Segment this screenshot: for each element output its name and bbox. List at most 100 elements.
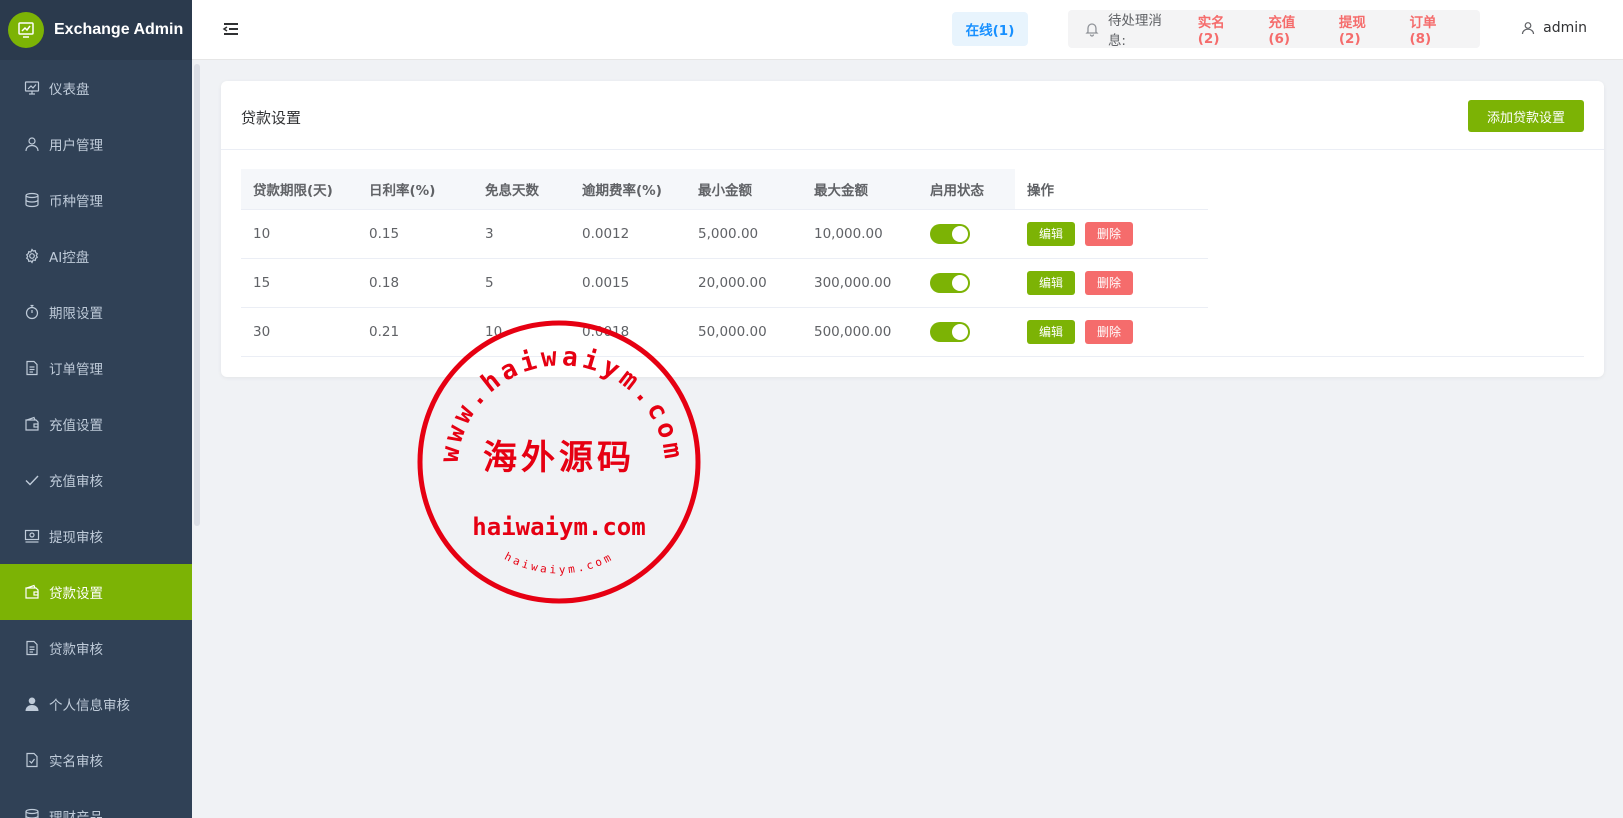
- sidebar-item-label: 提现审核: [49, 530, 103, 546]
- column-header: 免息天数: [473, 169, 570, 210]
- sidebar-item-label: 仪表盘: [49, 82, 90, 98]
- table-row: 30 0.21 10 0.0018 50,000.00 500,000.00 编辑 删除: [241, 307, 1208, 356]
- sidebar-item-12[interactable]: 实名审核: [0, 732, 192, 788]
- user-icon: [1522, 22, 1535, 35]
- column-header: 逾期费率(%): [570, 169, 686, 210]
- column-header: 最大金额: [802, 169, 918, 210]
- watermark-bottom-text: haiwaiym.com: [502, 550, 612, 577]
- sidebar-item-1[interactable]: 用户管理: [0, 116, 192, 172]
- table-cell: 10,000.00: [802, 209, 918, 259]
- table-cell: 5,000.00: [686, 209, 802, 259]
- gear-icon: [24, 248, 40, 264]
- sidebar-item-8[interactable]: 提现审核: [0, 508, 192, 564]
- document-icon: [24, 640, 40, 656]
- table-cell: 500,000.00: [814, 323, 892, 340]
- bell-icon: [1085, 23, 1099, 37]
- edit-button[interactable]: 编辑: [1027, 221, 1075, 246]
- sidebar-item-10[interactable]: 贷款审核: [0, 620, 192, 676]
- document-icon: [24, 360, 40, 376]
- money-icon: [24, 528, 40, 544]
- sidebar-item-label: 币种管理: [49, 194, 103, 210]
- column-header: 最小金额: [686, 169, 802, 210]
- sidebar-item-0[interactable]: 仪表盘: [0, 60, 192, 116]
- sidebar-item-6[interactable]: 充值设置: [0, 396, 192, 452]
- table-header-row: 贷款期限(天) 日利率(%) 免息天数 逾期费率(%) 最小金额 最大金额 启用状态 操作: [241, 169, 1208, 210]
- table-cell: 300,000.00: [802, 258, 918, 308]
- page-title: 贷款设置: [241, 109, 302, 127]
- sidebar-item-label: 订单管理: [49, 362, 103, 378]
- sidebar-item-3[interactable]: AI控盘: [0, 228, 192, 284]
- sidebar-menu: 仪表盘用户管理币种管理 AI控盘期限设置订单管理充值设置充值审核提现审核贷款设置贷…: [0, 60, 192, 818]
- column-header: 贷款期限(天): [241, 169, 357, 210]
- loan-settings-table: 贷款期限(天) 日利率(%) 免息天数 逾期费率(%) 最小金额 最大金额 启用状态 操作 1…: [241, 169, 1208, 356]
- status-cell: [918, 209, 1015, 259]
- enable-toggle[interactable]: [930, 223, 970, 244]
- sidebar-item-label: 实名审核: [49, 754, 103, 770]
- sidebar-item-2[interactable]: 币种管理: [0, 172, 192, 228]
- watermark-stamp: www.haiwaiym.com 海外源码 haiwaiym.com haiwa…: [417, 320, 701, 604]
- watermark-center-text: 海外源码: [483, 438, 635, 478]
- sidebar-item-13[interactable]: 理财产品: [0, 788, 192, 818]
- actions-cell: 编辑 删除: [1015, 307, 1208, 356]
- column-header: 操作: [1015, 169, 1208, 210]
- user-icon: [24, 136, 40, 152]
- presentation-chart-icon: [8, 12, 44, 48]
- column-header: 日利率(%): [357, 169, 473, 210]
- table-cell: 5: [473, 258, 570, 308]
- sidebar-item-label: 用户管理: [49, 138, 103, 154]
- enable-toggle[interactable]: [930, 321, 970, 342]
- stopwatch-icon: [24, 304, 40, 320]
- sidebar: Exchange Admin 仪表盘用户管理币种管理 AI控盘期限设置订单管理充值…: [0, 0, 192, 818]
- sidebar-item-label: 充值审核: [49, 474, 103, 490]
- edit-button[interactable]: 编辑: [1027, 319, 1075, 344]
- notice-link-realname[interactable]: 实名(2): [1198, 11, 1247, 47]
- add-loan-setting-button[interactable]: 添加贷款设置: [1468, 100, 1584, 132]
- edit-button[interactable]: 编辑: [1027, 270, 1075, 295]
- table-cell: 0.0015: [570, 258, 686, 308]
- actions-cell: 编辑 删除: [1015, 209, 1208, 259]
- table-cell: 20,000.00: [686, 258, 802, 308]
- sidebar-item-5[interactable]: 订单管理: [0, 340, 192, 396]
- table-cell: 0.15: [357, 209, 473, 259]
- table-cell: 3: [473, 209, 570, 259]
- sidebar-item-label: AI控盘: [49, 250, 90, 266]
- svg-text:haiwaiym.com: haiwaiym.com: [502, 550, 615, 577]
- notice-link-deposit[interactable]: 充值(6): [1268, 11, 1317, 47]
- sidebar-item-7[interactable]: 充值审核: [0, 452, 192, 508]
- table-row: 10 0.15 3 0.0012 5,000.00 10,000.00 编辑 删除: [241, 209, 1208, 259]
- database-icon: [24, 808, 40, 818]
- sidebar-scrollbar[interactable]: [194, 64, 200, 526]
- delete-button[interactable]: 删除: [1085, 319, 1133, 344]
- card-header: 贷款设置 添加贷款设置: [221, 81, 1604, 150]
- brand[interactable]: Exchange Admin: [0, 0, 192, 60]
- user-menu[interactable]: admin: [1521, 20, 1587, 36]
- actions-cell: 编辑 删除: [1015, 258, 1208, 308]
- enable-toggle[interactable]: [930, 272, 970, 293]
- collapse-menu-icon[interactable]: [222, 20, 240, 38]
- username: admin: [1543, 20, 1587, 36]
- sidebar-item-label: 理财产品: [49, 810, 103, 818]
- notice-link-order[interactable]: 订单(8): [1409, 11, 1458, 47]
- status-cell: [918, 258, 1015, 308]
- notice-link-withdraw[interactable]: 提现(2): [1339, 11, 1388, 47]
- sidebar-item-label: 贷款审核: [49, 642, 103, 658]
- table-cell: 0.0012: [570, 209, 686, 259]
- delete-button[interactable]: 删除: [1085, 270, 1133, 295]
- wallet-icon: [24, 416, 40, 432]
- dashboard-icon: [24, 80, 40, 96]
- notice-label: 待处理消息:: [1107, 13, 1162, 49]
- sidebar-item-11[interactable]: 个人信息审核: [0, 676, 192, 732]
- brand-title: Exchange Admin: [54, 21, 184, 38]
- table-cell: 0.18: [357, 258, 473, 308]
- sidebar-item-9[interactable]: 贷款设置: [0, 564, 192, 620]
- table-row: 15 0.18 5 0.0015 20,000.00 300,000.00 编辑 删除: [241, 258, 1208, 308]
- table-cell: 30: [253, 323, 271, 340]
- status-cell: [918, 307, 1015, 356]
- online-count-badge[interactable]: 在线(1): [952, 12, 1028, 46]
- top-header: 在线(1) 待处理消息: 实名(2) 充值(6) 提现(2) 订单(8) adm…: [192, 0, 1623, 60]
- delete-button[interactable]: 删除: [1085, 221, 1133, 246]
- wallet-icon: [24, 584, 40, 600]
- table-cell: 15: [241, 258, 357, 308]
- sidebar-item-4[interactable]: 期限设置: [0, 284, 192, 340]
- column-header: 启用状态: [918, 169, 1015, 210]
